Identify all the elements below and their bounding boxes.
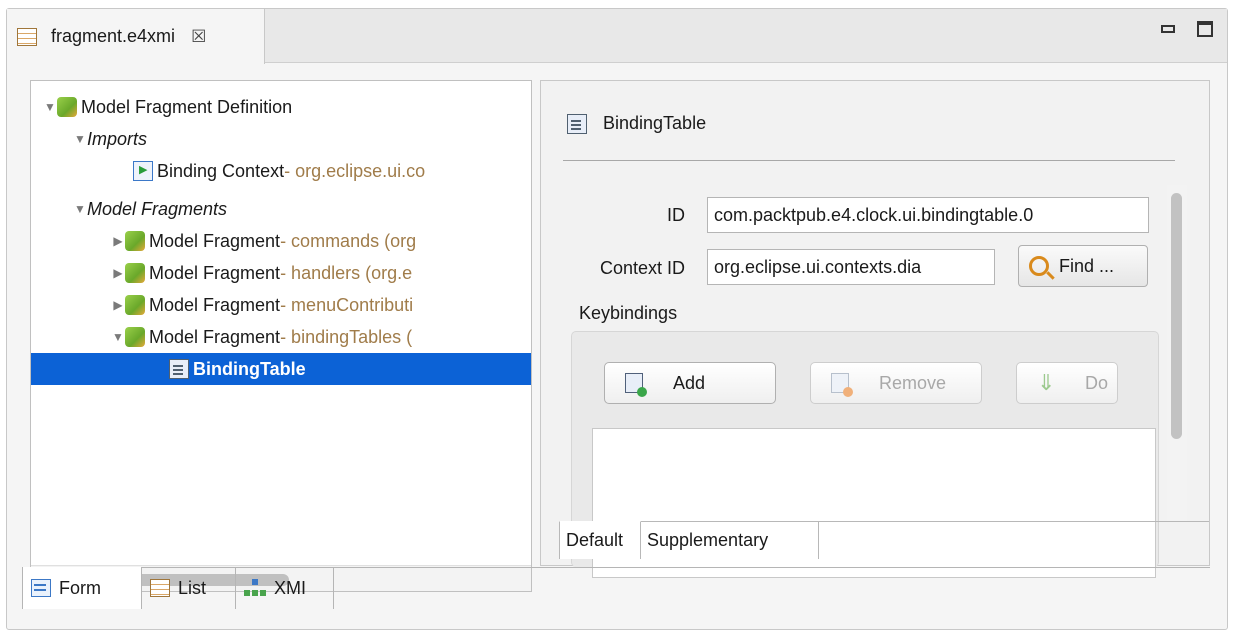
maximize-icon[interactable] <box>1197 21 1213 37</box>
find-button[interactable]: Find ... <box>1018 245 1148 287</box>
tab-xmi[interactable]: XMI <box>236 567 334 609</box>
down-button[interactable]: ⇓ Do <box>1016 362 1118 404</box>
add-icon <box>625 373 647 397</box>
detail-tab-bar: Default Supplementary <box>559 521 1209 565</box>
context-id-field[interactable] <box>707 249 995 285</box>
collapsed-twisty-icon[interactable]: ▶ <box>111 234 125 248</box>
tree-item-decoration: - menuContributi <box>280 294 414 315</box>
minimize-icon[interactable] <box>1161 25 1175 33</box>
header-divider <box>563 160 1175 161</box>
id-label: ID <box>667 205 685 225</box>
detail-pane: BindingTable ID Context ID Find ... Keyb… <box>540 80 1210 578</box>
remove-icon <box>831 373 853 397</box>
editor-tab-bar: fragment.e4xmi ☒ <box>7 9 1227 64</box>
tree-item-binding-context[interactable]: Binding Context - org.eclipse.ui.co <box>31 155 531 187</box>
window-controls <box>1161 21 1213 37</box>
detail-vertical-scrollbar[interactable] <box>1167 185 1187 521</box>
model-tree[interactable]: ▼ Model Fragment Definition ▼ Imports Bi… <box>30 80 532 592</box>
table-icon <box>150 579 170 597</box>
tree-structure-icon <box>244 579 266 597</box>
form-icon <box>31 579 51 597</box>
binding-table-icon <box>169 359 189 379</box>
tab-form[interactable]: Form <box>22 567 142 609</box>
tree-item-decoration: - org.eclipse.ui.co <box>284 160 426 181</box>
detail-header: BindingTable <box>567 113 706 134</box>
binding-context-icon <box>133 161 153 181</box>
close-icon[interactable]: ☒ <box>191 27 206 47</box>
tree-item-fragment-commands[interactable]: ▶ Model Fragment - commands (org <box>31 225 531 257</box>
expanded-twisty-icon[interactable]: ▼ <box>43 100 57 114</box>
collapsed-twisty-icon[interactable]: ▶ <box>111 266 125 280</box>
puzzle-icon <box>125 295 145 315</box>
tab-default[interactable]: Default <box>559 521 641 559</box>
tab-supplementary[interactable]: Supplementary <box>641 521 819 559</box>
tree-item-fragment-menu-contributions[interactable]: ▶ Model Fragment - menuContributi <box>31 289 531 321</box>
tree-item-label: Model Fragment <box>149 326 281 347</box>
puzzle-icon <box>57 97 77 117</box>
tab-list[interactable]: List <box>142 567 236 609</box>
id-field[interactable] <box>707 197 1149 233</box>
tree-item-fragment-binding-tables[interactable]: ▼ Model Fragment - bindingTables ( <box>31 321 531 353</box>
editor-grid-icon <box>17 27 37 46</box>
keybindings-label: Keybindings <box>579 303 678 323</box>
tree-item-decoration: - handlers (org.e <box>280 262 413 283</box>
tree-item-label: Model Fragment <box>149 294 281 315</box>
tab-label: Default <box>566 530 624 550</box>
tree-item-label: Model Fragment <box>149 230 281 251</box>
tree-item-fragment-handlers[interactable]: ▶ Model Fragment - handlers (org.e <box>31 257 531 289</box>
editor-page-tabs: Form List XMI <box>22 567 1210 611</box>
down-arrow-icon: ⇓ <box>1037 370 1056 395</box>
tree-item-imports[interactable]: ▼ Imports <box>31 123 531 155</box>
scrollbar-thumb[interactable] <box>1171 193 1182 439</box>
tree-item-label: Model Fragments <box>87 198 228 219</box>
puzzle-icon <box>125 263 145 283</box>
tree-item-decoration: - bindingTables ( <box>280 326 413 347</box>
tab-label: List <box>178 577 207 598</box>
remove-button[interactable]: Remove <box>810 362 982 404</box>
expanded-twisty-icon[interactable]: ▼ <box>73 132 87 146</box>
tree-item-model-fragment-definition[interactable]: ▼ Model Fragment Definition <box>31 91 531 123</box>
collapsed-twisty-icon[interactable]: ▶ <box>111 298 125 312</box>
binding-table-icon <box>567 113 587 134</box>
tree-item-label: BindingTable <box>193 358 306 379</box>
tree-item-label: Imports <box>87 128 148 149</box>
tab-label: Form <box>59 577 101 598</box>
tree-item-binding-table[interactable]: BindingTable <box>31 353 531 385</box>
puzzle-icon <box>125 327 145 347</box>
down-button-label: Do <box>1085 372 1109 393</box>
add-button[interactable]: Add <box>604 362 776 404</box>
tree-item-label: Binding Context <box>157 160 285 181</box>
find-button-label: Find ... <box>1059 255 1115 276</box>
tab-label: XMI <box>274 577 307 598</box>
tree-item-label: Model Fragment <box>149 262 281 283</box>
tree-item-model-fragments[interactable]: ▼ Model Fragments <box>31 193 531 225</box>
tree-item-label: Model Fragment Definition <box>81 96 293 117</box>
tree-item-decoration: - commands (org <box>280 230 417 251</box>
detail-title: BindingTable <box>603 113 707 133</box>
expanded-twisty-icon[interactable]: ▼ <box>111 330 125 344</box>
puzzle-icon <box>125 231 145 251</box>
editor-tab-label: fragment.e4xmi <box>51 26 176 46</box>
tab-label: Supplementary <box>647 529 769 550</box>
search-icon <box>1029 256 1049 276</box>
add-button-label: Add <box>673 372 706 393</box>
context-id-label: Context ID <box>599 258 685 278</box>
editor-tab-fragment[interactable]: fragment.e4xmi ☒ <box>7 9 265 64</box>
expanded-twisty-icon[interactable]: ▼ <box>73 202 87 216</box>
remove-button-label: Remove <box>879 372 947 393</box>
